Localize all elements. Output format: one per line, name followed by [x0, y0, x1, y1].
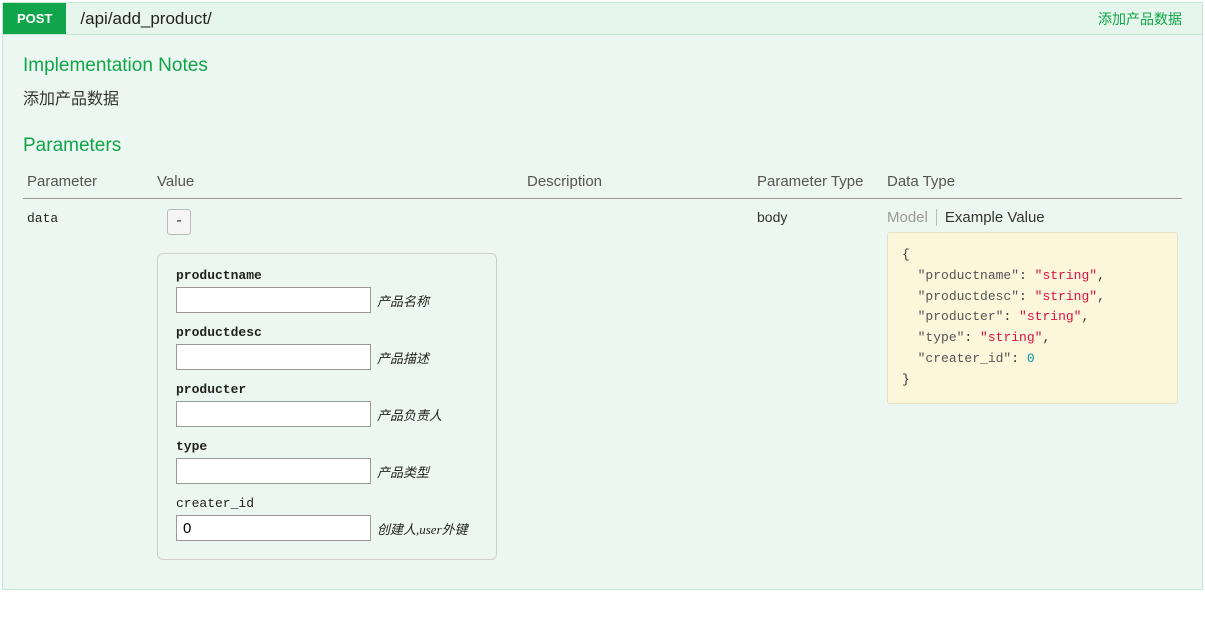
producter-input[interactable]: [176, 401, 371, 427]
operation-header[interactable]: POST /api/add_product/ 添加产品数据: [3, 3, 1202, 35]
parameters-title: Parameters: [23, 135, 1182, 157]
creater-id-input[interactable]: [176, 515, 371, 541]
ex-creater-id: 0: [1027, 351, 1035, 366]
field-label: productdesc: [176, 325, 478, 340]
form-field-productdesc: productdesc 产品描述: [176, 325, 478, 370]
field-hint: 产品描述: [377, 348, 429, 367]
type-input[interactable]: [176, 458, 371, 484]
field-hint: 产品名称: [377, 291, 429, 310]
operation-body: Implementation Notes 添加产品数据 Parameters P…: [3, 35, 1202, 589]
field-label: type: [176, 439, 478, 454]
endpoint-path: /api/add_product/: [66, 9, 1098, 29]
implementation-notes-title: Implementation Notes: [23, 55, 1182, 77]
field-label: producter: [176, 382, 478, 397]
field-hint: 创建人,user外键: [377, 519, 468, 538]
operation-summary[interactable]: 添加产品数据: [1098, 9, 1202, 29]
field-hint: 产品负责人: [377, 405, 442, 424]
col-header-value: Value: [153, 167, 523, 199]
tab-example-value[interactable]: Example Value: [936, 209, 1053, 226]
col-header-parameter: Parameter: [23, 167, 153, 199]
form-field-creater-id: creater_id 创建人,user外键: [176, 496, 478, 541]
model-example-tabs: ModelExample Value: [887, 209, 1178, 226]
form-field-productname: productname 产品名称: [176, 268, 478, 313]
field-hint: 产品类型: [377, 462, 429, 481]
param-name: data: [27, 211, 58, 226]
ex-type: "string": [980, 330, 1042, 345]
form-field-producter: producter 产品负责人: [176, 382, 478, 427]
col-header-parameter-type: Parameter Type: [753, 167, 883, 199]
ex-productname: "string": [1035, 268, 1097, 283]
tab-model[interactable]: Model: [887, 209, 936, 226]
example-value-box[interactable]: { "productname": "string", "productdesc"…: [887, 232, 1178, 404]
productname-input[interactable]: [176, 287, 371, 313]
table-row: data - productname 产品名称: [23, 199, 1182, 565]
productdesc-input[interactable]: [176, 344, 371, 370]
parameters-table: Parameter Value Description Parameter Ty…: [23, 167, 1182, 564]
ex-productdesc: "string": [1035, 289, 1097, 304]
operation-container: POST /api/add_product/ 添加产品数据 Implementa…: [2, 2, 1203, 590]
param-type: body: [753, 199, 883, 565]
col-header-data-type: Data Type: [883, 167, 1182, 199]
form-field-type: type 产品类型: [176, 439, 478, 484]
field-label: productname: [176, 268, 478, 283]
param-description: [523, 199, 753, 565]
implementation-notes-text: 添加产品数据: [23, 85, 1182, 109]
collapse-button[interactable]: -: [167, 209, 191, 235]
param-form-box: productname 产品名称 productdesc: [157, 253, 497, 560]
col-header-description: Description: [523, 167, 753, 199]
ex-producter: "string": [1019, 309, 1081, 324]
field-label: creater_id: [176, 496, 478, 511]
http-method-badge: POST: [3, 3, 66, 34]
